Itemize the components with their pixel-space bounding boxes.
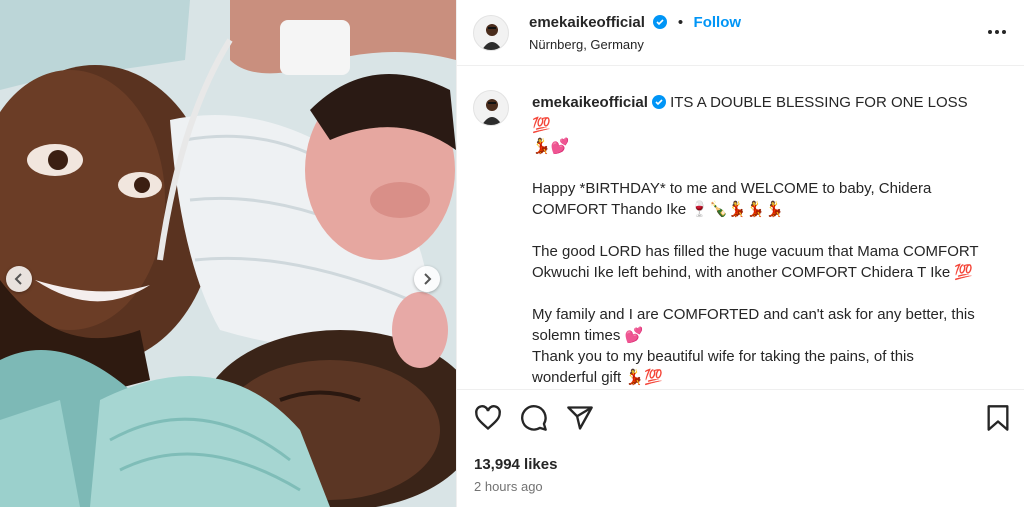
location-link[interactable]: Nürnberg, Germany <box>529 37 644 52</box>
separator-dot: • <box>677 14 684 31</box>
more-icon[interactable] <box>987 22 1007 47</box>
photo-illustration <box>0 0 456 507</box>
chevron-left-icon <box>13 273 25 285</box>
caption-area: emekaikeofficial ITS A DOUBLE BLESSING F… <box>457 67 1024 389</box>
likes-count[interactable]: 13,994 likes <box>474 456 557 473</box>
post-side-panel: emekaikeofficial • Follow Nürnberg, Germ… <box>456 0 1024 507</box>
caption-paragraph-3: The good LORD has filled the huge vacuum… <box>532 243 979 281</box>
caption-paragraph-4b: Thank you to my beautiful wife for takin… <box>532 348 914 386</box>
action-bar: 13,994 likes 2 hours ago <box>457 389 1024 507</box>
caption-avatar[interactable] <box>473 90 509 126</box>
verified-icon <box>653 15 668 34</box>
bookmark-icon[interactable] <box>985 404 1011 437</box>
heart-icon[interactable] <box>474 404 502 437</box>
post-photo[interactable] <box>0 0 456 507</box>
caption-paragraph-2: Happy *BIRTHDAY* to me and WELCOME to ba… <box>532 180 932 218</box>
previous-photo-button[interactable] <box>6 266 32 292</box>
verified-icon <box>651 94 666 115</box>
next-photo-button[interactable] <box>414 266 440 292</box>
post-header: emekaikeofficial • Follow Nürnberg, Germ… <box>457 0 1024 66</box>
post-timestamp[interactable]: 2 hours ago <box>474 479 543 494</box>
comment-icon[interactable] <box>520 404 548 437</box>
username-link[interactable]: emekaikeofficial <box>529 14 645 31</box>
caption-paragraph-4a: My family and I are COMFORTED and can't … <box>532 306 975 344</box>
follow-button[interactable]: Follow <box>694 14 742 31</box>
caption-username-link[interactable]: emekaikeofficial <box>532 94 648 111</box>
caption-line-1b: 💃💕 <box>532 138 570 155</box>
chevron-right-icon <box>421 273 433 285</box>
share-icon[interactable] <box>566 404 594 437</box>
caption-text: emekaikeofficial ITS A DOUBLE BLESSING F… <box>532 92 982 388</box>
post-header-line: emekaikeofficial • Follow <box>529 14 741 34</box>
avatar[interactable] <box>473 15 509 51</box>
